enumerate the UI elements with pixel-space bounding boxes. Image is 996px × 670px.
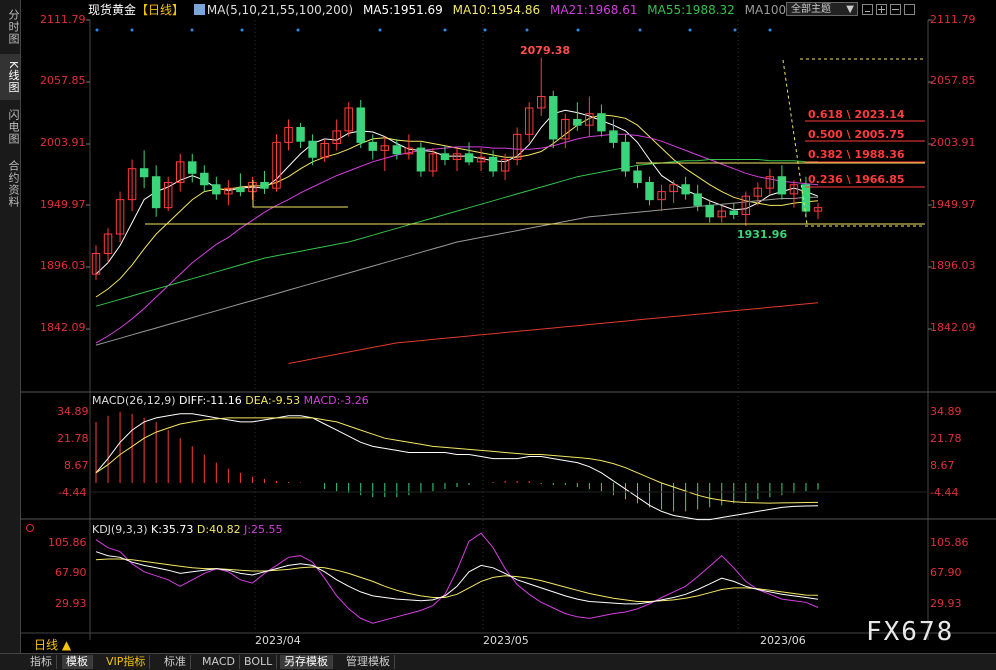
candle-body <box>139 168 149 178</box>
kdj-axis-tick: 29.93 <box>55 597 87 610</box>
event-markers <box>95 28 772 32</box>
tab-macd[interactable]: MACD <box>198 655 240 669</box>
tab-vip-indicators[interactable]: VIP指标 <box>102 655 151 669</box>
macd-header: MACD(26,12,9) DIFF:-11.16 DEA:-9.53 MACD… <box>92 394 369 407</box>
ma-line-ma200 <box>288 302 819 364</box>
kdj-k: K:35.73 <box>151 523 194 536</box>
candle-body <box>705 204 714 218</box>
candle-body <box>681 184 690 195</box>
kdj-d: D:40.82 <box>196 523 241 536</box>
kdj-title: KDJ(9,3,3) <box>92 523 148 536</box>
fx678-watermark: FX678 <box>866 617 955 647</box>
event-dot <box>296 28 300 32</box>
candle-body <box>729 210 738 216</box>
macd-diff: DIFF:-11.16 <box>179 394 242 407</box>
kdj-axis-tick-right: 105.86 <box>930 536 969 549</box>
kdj-header: KDJ(9,3,3) K:35.73 D:40.82 J:25.55 <box>92 523 283 536</box>
kdj-lines <box>95 532 819 624</box>
macd-axis-tick: 8.67 <box>64 459 89 472</box>
bottom-toolbar: 指标 模板 VIP指标 标准 MACD BOLL 另存模板 管理模板 <box>0 653 996 670</box>
candle-body <box>236 187 245 193</box>
kdj-axis-tick: 105.86 <box>48 536 87 549</box>
candle-body <box>296 126 305 142</box>
macd-axis-tick-right: 34.89 <box>930 405 962 418</box>
x-axis-label: 2023/05 <box>483 634 529 647</box>
macd-axis-tick: -4.44 <box>58 486 87 499</box>
candle-body <box>308 140 317 158</box>
candle-body <box>392 145 402 155</box>
candle-body <box>200 172 209 186</box>
macd-axis-tick: 21.78 <box>57 432 89 445</box>
candle-body <box>633 170 642 183</box>
candle-body <box>464 153 474 163</box>
event-dot <box>733 28 737 32</box>
period-selector[interactable]: 日线 ▲ <box>34 636 71 653</box>
candle-body <box>597 113 606 132</box>
fib-label-0500: 0.500 \ 2005.75 <box>808 128 905 141</box>
candle-body <box>645 181 654 201</box>
event-dot <box>483 28 487 32</box>
candle-body <box>356 107 365 143</box>
event-dot <box>240 28 244 32</box>
event-dot <box>525 28 529 32</box>
event-dot <box>576 28 580 32</box>
macd-axis-tick-right: -4.44 <box>930 486 959 499</box>
event-dot <box>95 28 99 32</box>
event-dot <box>688 28 692 32</box>
tab-indicators[interactable]: 指标 <box>26 655 57 669</box>
candle-body <box>777 176 787 195</box>
fib-trend-line[interactable] <box>782 59 808 225</box>
tab-boll[interactable]: BOLL <box>240 655 278 669</box>
kdj-d-line <box>95 558 819 602</box>
fib-label-0618: 0.618 \ 2023.14 <box>808 108 905 121</box>
fib-label-0382: 0.382 \ 1988.36 <box>808 148 905 161</box>
candle-body <box>573 118 582 126</box>
macd-axis-tick-right: 8.67 <box>930 459 955 472</box>
kdj-k-line <box>95 551 819 605</box>
candle-body <box>440 153 450 161</box>
event-dot <box>378 28 382 32</box>
event-dot <box>768 28 772 32</box>
tab-standard[interactable]: 标准 <box>160 655 191 669</box>
event-dot <box>638 28 642 32</box>
candle-body <box>416 147 426 172</box>
macd-axis-tick-right: 21.78 <box>930 432 962 445</box>
kdj-j: J:25.55 <box>244 523 283 536</box>
candle-body <box>549 96 558 140</box>
tab-save-template[interactable]: 另存模板 <box>280 655 333 669</box>
candle-body <box>609 130 618 143</box>
candle-body <box>621 141 630 172</box>
tab-manage-template[interactable]: 管理模板 <box>342 655 395 669</box>
kdj-axis-tick-right: 29.93 <box>930 597 962 610</box>
x-axis-label: 2023/06 <box>760 634 806 647</box>
candle-body <box>188 161 197 174</box>
candle-body <box>212 184 221 195</box>
kline-chart[interactable] <box>0 0 996 655</box>
macd-dea: DEA:-9.53 <box>245 394 301 407</box>
macd-value: MACD:-3.26 <box>303 394 369 407</box>
tab-template[interactable]: 模板 <box>62 655 93 669</box>
low-price-label: 1931.96 <box>737 228 788 241</box>
candle-body <box>368 141 377 151</box>
event-dot <box>443 28 447 32</box>
event-dot <box>130 28 134 32</box>
candle-body <box>260 181 269 189</box>
kdj-j-line <box>95 532 819 624</box>
macd-axis-tick: 34.89 <box>57 405 89 418</box>
fib-label-0236: 0.236 \ 1966.85 <box>808 173 905 186</box>
high-price-label: 2079.38 <box>520 44 571 57</box>
candlestick-series <box>91 57 823 280</box>
kdj-axis-tick-right: 67.90 <box>930 566 962 579</box>
event-dot <box>190 28 194 32</box>
candle-body <box>693 193 702 206</box>
x-axis-label: 2023/04 <box>255 634 301 647</box>
candle-body <box>488 156 498 172</box>
kdj-axis-tick: 67.90 <box>55 566 87 579</box>
macd-title: MACD(26,12,9) <box>92 394 176 407</box>
macd-histogram <box>95 411 819 512</box>
kdj-settings-icon[interactable] <box>26 524 34 532</box>
candle-body <box>151 176 161 209</box>
